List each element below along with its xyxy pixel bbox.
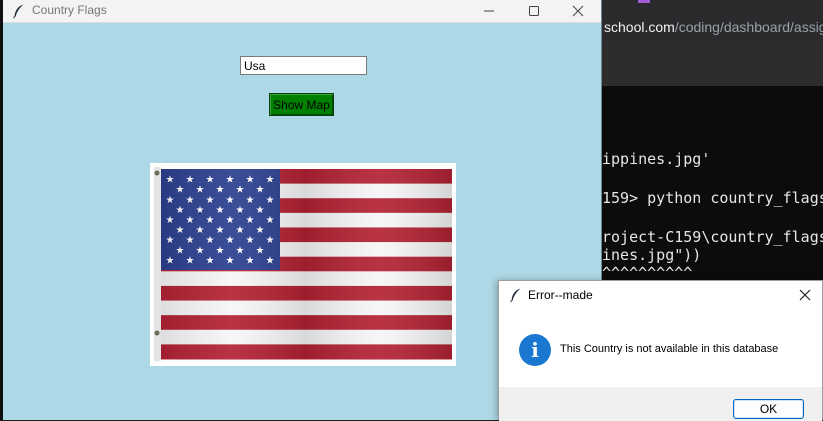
terminal-line: 159> python country_flags	[602, 189, 823, 207]
minimize-button[interactable]	[466, 0, 512, 22]
background-browser-toolbar	[600, 42, 823, 87]
dialog-close-button[interactable]	[788, 281, 822, 309]
browser-tab-accent	[638, 0, 650, 3]
dialog-titlebar[interactable]: Error--made	[499, 281, 822, 309]
feather-icon	[510, 288, 521, 303]
close-icon	[572, 5, 584, 17]
dialog-message: This Country is not available in this da…	[560, 343, 779, 355]
us-flag-graphic: ★★★★★★★★★★★★★★★★★★★★★★★★★★★★★★★★★★★★★★★★…	[154, 167, 452, 361]
terminal-line: ines.jpg"))	[602, 246, 702, 264]
terminal-line: roject-C159\country_flags	[602, 228, 823, 246]
show-map-button[interactable]: Show Map	[269, 93, 334, 116]
window-title: Country Flags	[32, 3, 107, 17]
dialog-footer: OK	[499, 387, 822, 421]
terminal-line: ippines.jpg'	[602, 150, 711, 168]
feather-icon	[13, 4, 24, 19]
maximize-icon	[529, 6, 539, 16]
window-titlebar[interactable]: Country Flags	[3, 0, 601, 23]
background-browser-addressbar[interactable]: school.com/coding/dashboard/assig	[600, 0, 823, 42]
browser-url[interactable]: school.com/coding/dashboard/assig	[604, 19, 823, 35]
browser-url-host: school.com	[604, 19, 675, 35]
close-icon	[799, 289, 811, 301]
country-input[interactable]	[240, 56, 367, 75]
browser-url-path: /coding/dashboard/assig	[674, 19, 823, 35]
close-button[interactable]	[555, 0, 601, 22]
flag-image: ★★★★★★★★★★★★★★★★★★★★★★★★★★★★★★★★★★★★★★★★…	[150, 163, 456, 366]
info-icon: i	[519, 334, 551, 366]
dialog-title: Error--made	[528, 288, 593, 302]
error-dialog: Error--made i This Country is not availa…	[498, 280, 823, 421]
ok-button[interactable]: OK	[733, 399, 804, 419]
maximize-button[interactable]	[511, 0, 557, 22]
minimize-icon	[484, 10, 494, 12]
